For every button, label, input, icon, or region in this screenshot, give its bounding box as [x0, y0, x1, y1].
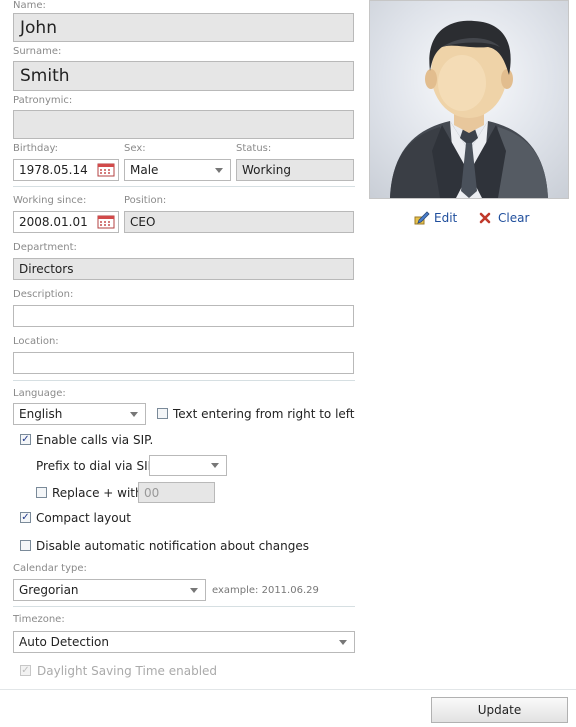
- calendar-type-label: Calendar type:: [13, 563, 87, 574]
- sip-checkbox[interactable]: ✓: [20, 434, 31, 445]
- language-value: English: [19, 407, 63, 421]
- calendar-icon[interactable]: [97, 163, 115, 177]
- position-label: Position:: [124, 195, 167, 206]
- replace-label: Replace + with: [52, 486, 143, 500]
- working-since-value: 2008.01.01: [19, 215, 88, 229]
- calendar-icon[interactable]: [97, 215, 115, 229]
- edit-photo-button[interactable]: Edit: [414, 210, 457, 226]
- footer-divider: [0, 689, 576, 690]
- red-x-icon: [479, 212, 491, 224]
- rtl-checkbox[interactable]: [157, 408, 168, 419]
- sex-select[interactable]: Male: [124, 159, 231, 181]
- chevron-down-icon: [123, 404, 145, 424]
- edit-label: Edit: [434, 211, 458, 225]
- chevron-down-icon: [208, 160, 230, 180]
- clear-label: Clear: [498, 211, 530, 225]
- chevron-down-icon: [204, 456, 226, 475]
- timezone-label: Timezone:: [13, 614, 65, 625]
- chevron-down-icon: [332, 632, 354, 652]
- position-field[interactable]: CEO: [124, 211, 354, 233]
- compact-label: Compact layout: [36, 511, 131, 525]
- description-label: Description:: [13, 289, 74, 300]
- disable-notify-label: Disable automatic notification about cha…: [36, 539, 309, 553]
- language-select[interactable]: English: [13, 403, 146, 425]
- description-input[interactable]: [13, 305, 354, 327]
- prefix-select[interactable]: [149, 455, 227, 476]
- compact-checkbox[interactable]: ✓: [20, 512, 31, 523]
- prefix-label: Prefix to dial via SIP:: [36, 459, 159, 473]
- sex-value: Male: [130, 163, 159, 177]
- working-since-label: Working since:: [13, 195, 87, 206]
- status-label: Status:: [236, 143, 272, 154]
- divider: [13, 380, 355, 381]
- surname-field[interactable]: Smith: [13, 61, 354, 91]
- name-label: Name:: [13, 0, 46, 11]
- status-field[interactable]: Working: [236, 159, 354, 181]
- divider: [13, 606, 355, 607]
- calendar-type-select[interactable]: Gregorian: [13, 579, 206, 601]
- timezone-value: Auto Detection: [19, 635, 109, 649]
- language-label: Language:: [13, 388, 66, 399]
- location-input[interactable]: [13, 352, 354, 374]
- clear-photo-button[interactable]: Clear: [479, 210, 529, 226]
- replace-checkbox[interactable]: [36, 487, 47, 498]
- avatar-icon: [390, 20, 548, 198]
- rtl-label: Text entering from right to left: [173, 407, 355, 421]
- birthday-value: 1978.05.14: [19, 163, 88, 177]
- dst-label: Daylight Saving Time enabled: [37, 664, 218, 678]
- pencil-icon: [414, 211, 430, 225]
- name-field[interactable]: John: [13, 13, 354, 42]
- patronymic-field[interactable]: [13, 110, 354, 139]
- department-field[interactable]: Directors: [13, 258, 354, 280]
- replace-input[interactable]: 00: [138, 482, 215, 503]
- surname-label: Surname:: [13, 46, 62, 57]
- profile-photo: [369, 0, 569, 199]
- divider: [13, 186, 355, 187]
- patronymic-label: Patronymic:: [13, 95, 73, 106]
- calendar-example: example: 2011.06.29: [212, 585, 319, 596]
- chevron-down-icon: [183, 580, 205, 600]
- calendar-type-value: Gregorian: [19, 583, 79, 597]
- disable-notify-checkbox[interactable]: [20, 540, 31, 551]
- sex-label: Sex:: [124, 143, 146, 154]
- dst-checkbox: ✓: [20, 665, 31, 676]
- department-label: Department:: [13, 242, 77, 253]
- location-label: Location:: [13, 336, 59, 347]
- birthday-label: Birthday:: [13, 143, 59, 154]
- timezone-select[interactable]: Auto Detection: [13, 631, 355, 653]
- update-button[interactable]: Update: [431, 697, 568, 723]
- sip-label: Enable calls via SIP.: [36, 433, 154, 447]
